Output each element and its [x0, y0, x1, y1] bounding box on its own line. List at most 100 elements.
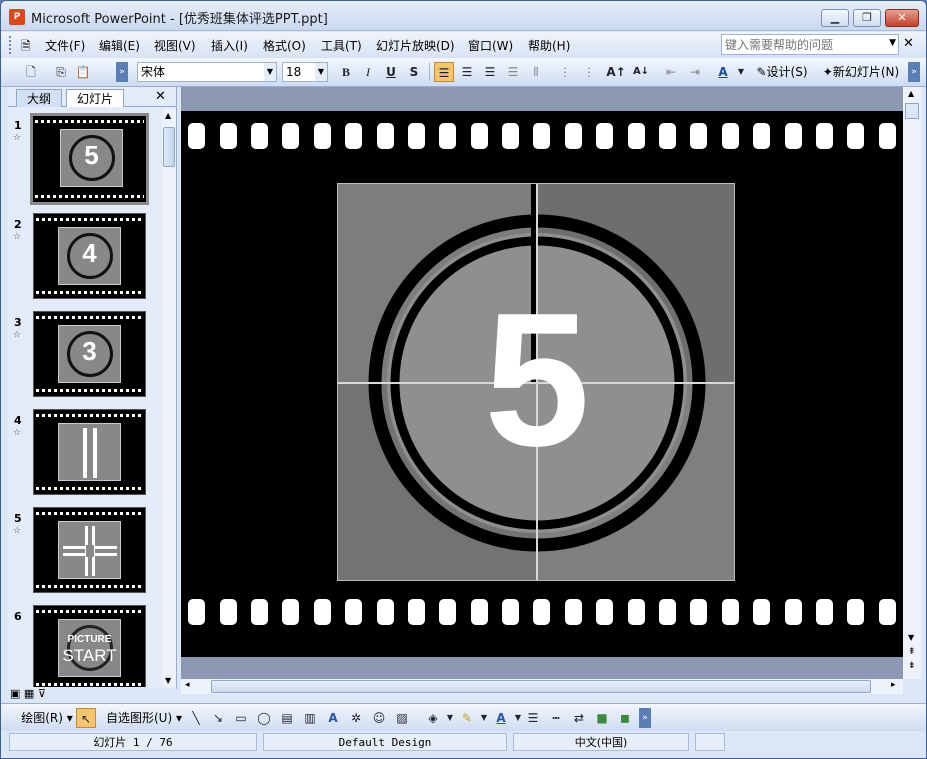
arrow-icon[interactable]: ↘ — [208, 708, 228, 728]
dash-style-icon[interactable]: ┅ — [546, 708, 566, 728]
horizontal-scroll-thumb[interactable] — [211, 680, 871, 693]
menu-slideshow[interactable]: 幻灯片放映(D) — [376, 37, 455, 54]
film-hole — [564, 599, 582, 625]
font-name-select[interactable]: 宋体 ▼ — [137, 62, 277, 82]
slide-thumbnail[interactable]: 5 — [30, 113, 149, 205]
textbox-icon[interactable]: ▤ — [277, 708, 297, 728]
scroll-right-icon[interactable]: ▸ — [891, 680, 896, 690]
chevron-down-icon[interactable]: ▼ — [889, 38, 896, 48]
font-size-select[interactable]: 18 ▼ — [282, 62, 328, 82]
view-buttons: ▣ ▦ ⊽ — [10, 687, 46, 700]
diagram-icon[interactable]: ✲ — [346, 708, 366, 728]
chevron-down-icon: ▼ — [264, 63, 276, 81]
grip-handle[interactable] — [9, 36, 13, 54]
scroll-left-icon[interactable]: ◂ — [185, 680, 190, 690]
paste-icon[interactable]: 📋 — [73, 62, 93, 82]
decrease-indent-icon[interactable]: ⇤ — [661, 62, 681, 82]
toolbar-options-icon[interactable]: » — [639, 708, 651, 728]
film-hole — [690, 123, 708, 149]
minimize-button[interactable]: ▁ — [821, 9, 849, 27]
numbering-icon[interactable]: ⋮ — [555, 62, 575, 82]
align-right-icon[interactable]: ☰ — [480, 62, 500, 82]
status-design[interactable]: Default Design — [263, 733, 507, 751]
clipart-icon[interactable]: ☺ — [369, 708, 389, 728]
panel-scrollbar[interactable]: ▲ ▼ — [162, 109, 176, 687]
align-center-icon[interactable]: ☰ — [457, 62, 477, 82]
menu-view[interactable]: 视图(V) — [154, 37, 196, 54]
arrow-style-icon[interactable]: ⇄ — [569, 708, 589, 728]
slide-thumbnail[interactable]: 3 — [33, 311, 146, 397]
menu-insert[interactable]: 插入(I) — [211, 37, 248, 54]
underline-button[interactable]: U — [381, 62, 401, 82]
slide-thumbnail[interactable]: 4 — [33, 213, 146, 299]
close-button[interactable]: ✕ — [885, 9, 919, 27]
slide-sorter-icon[interactable]: ▦ — [24, 687, 34, 700]
panel-scroll-thumb[interactable] — [163, 127, 175, 167]
rectangle-icon[interactable]: ▭ — [231, 708, 251, 728]
select-pointer-icon[interactable]: ↖ — [76, 708, 96, 728]
document-close-icon[interactable]: ✕ — [903, 36, 914, 51]
animation-star-icon: ☆ — [13, 232, 22, 242]
tab-slides[interactable]: 幻灯片 — [66, 89, 125, 107]
shadow-button[interactable]: S — [404, 62, 424, 82]
align-left-icon[interactable]: ☰ — [434, 62, 454, 82]
vertical-scroll-thumb[interactable] — [905, 103, 919, 119]
scroll-up-icon[interactable]: ▲ — [165, 111, 171, 120]
bullets-icon[interactable]: ⋮ — [579, 62, 599, 82]
help-search-box[interactable]: ▼ — [721, 34, 899, 55]
next-slide-icon[interactable]: ⇟ — [908, 661, 916, 671]
new-document-icon[interactable]: 🗋 — [21, 62, 41, 82]
design-button[interactable]: ✎设计(S) — [753, 62, 811, 82]
copy-icon[interactable]: ⎘ — [51, 62, 71, 82]
thumb-cross-box — [58, 521, 121, 579]
restore-button[interactable]: ❐ — [853, 9, 881, 27]
italic-button[interactable]: I — [358, 62, 378, 82]
powerpoint-icon[interactable]: P — [9, 9, 25, 25]
decrease-font-icon[interactable]: A↓ — [631, 62, 651, 82]
slideshow-icon[interactable]: ⊽ — [38, 687, 46, 700]
slide-thumbnail[interactable]: PICTURE START — [33, 605, 146, 687]
tab-outline[interactable]: 大纲 — [16, 89, 63, 107]
3d-style-icon[interactable]: ◼ — [615, 708, 635, 728]
scroll-down-icon[interactable]: ▼ — [908, 633, 914, 642]
menu-tools[interactable]: 工具(T) — [321, 37, 362, 54]
scroll-down-icon[interactable]: ▼ — [165, 676, 171, 685]
distribute-icon[interactable]: ⫴ — [526, 62, 546, 82]
line-style-icon[interactable]: ☰ — [523, 708, 543, 728]
picture-icon[interactable]: ▨ — [392, 708, 412, 728]
horizontal-scrollbar[interactable]: ◂ ▸ — [181, 679, 903, 694]
slide-thumbnail[interactable] — [33, 507, 146, 593]
shadow-style-icon[interactable]: ■ — [592, 708, 612, 728]
scroll-up-icon[interactable]: ▲ — [908, 89, 914, 98]
wordart-icon[interactable]: A — [323, 708, 343, 728]
normal-view-icon[interactable]: ▣ — [10, 687, 20, 700]
increase-indent-icon[interactable]: ⇥ — [685, 62, 705, 82]
previous-slide-icon[interactable]: ⇞ — [908, 647, 916, 657]
increase-font-icon[interactable]: A↑ — [606, 62, 626, 82]
autoshapes-button[interactable]: 自选图形(U) ▾ — [105, 708, 183, 728]
vertical-textbox-icon[interactable]: ▥ — [300, 708, 320, 728]
oval-icon[interactable]: ◯ — [254, 708, 274, 728]
menu-window[interactable]: 窗口(W) — [468, 37, 513, 54]
menu-help[interactable]: 帮助(H) — [528, 37, 570, 54]
toolbar-options-icon[interactable]: » — [116, 62, 128, 82]
bold-button[interactable]: B — [336, 62, 356, 82]
font-color-button[interactable]: A — [713, 62, 733, 82]
menu-file[interactable]: 文件(F) — [45, 37, 85, 54]
toolbar-options-icon[interactable]: » — [908, 62, 920, 82]
slide-thumbnail[interactable] — [33, 409, 146, 495]
chevron-down-icon[interactable]: ▼ — [731, 62, 751, 82]
close-icon[interactable]: ✕ — [155, 89, 166, 104]
countdown-graphic[interactable]: 5 — [337, 183, 735, 581]
line-icon[interactable]: ╲ — [186, 708, 206, 728]
justify-icon[interactable]: ☰ — [503, 62, 523, 82]
slide-editing-area: 5 — [181, 87, 903, 679]
menu-format[interactable]: 格式(O) — [263, 37, 306, 54]
draw-menu-button[interactable]: 绘图(R) ▾ — [21, 708, 73, 728]
current-slide[interactable]: 5 — [181, 111, 903, 657]
vertical-scrollbar[interactable]: ▲ ▼ ⇞ ⇟ — [903, 87, 921, 679]
thumb-cross-center — [86, 545, 94, 557]
new-slide-button[interactable]: ✦新幻灯片(N) — [817, 62, 905, 82]
help-search-input[interactable] — [722, 35, 882, 54]
menu-edit[interactable]: 编辑(E) — [99, 37, 140, 54]
